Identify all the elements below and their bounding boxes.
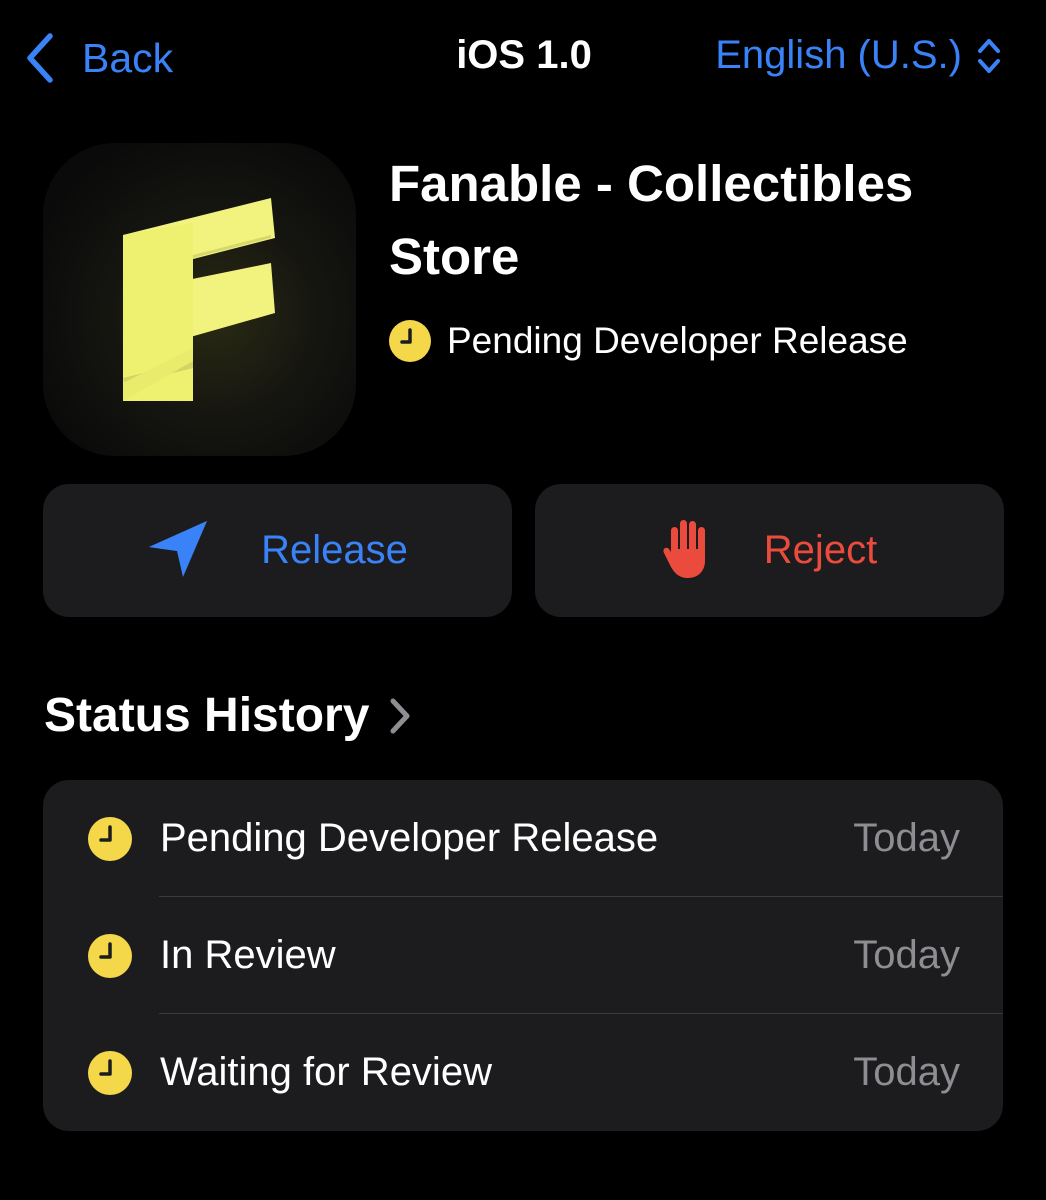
list-item: Waiting for Review Today	[43, 1014, 1003, 1131]
navigation-bar: Back iOS 1.0 English (U.S.)	[0, 0, 1046, 116]
hand-raised-icon	[662, 517, 712, 584]
status-date: Today	[853, 1050, 960, 1094]
locale-selector[interactable]: English (U.S.)	[715, 33, 1002, 78]
list-item: Pending Developer Release Today	[43, 780, 1003, 897]
back-button[interactable]: Back	[26, 30, 173, 86]
chevron-up-down-icon	[962, 36, 1002, 76]
chevron-left-icon	[26, 33, 54, 83]
chevron-right-icon	[369, 697, 411, 735]
status-date: Today	[853, 933, 960, 977]
reject-button[interactable]: Reject	[535, 484, 1004, 617]
status-history-list: Pending Developer Release Today In Revie…	[43, 780, 1003, 1131]
status-label: Waiting for Review	[160, 1050, 492, 1094]
status-history-title: Status History	[44, 689, 370, 742]
app-icon	[43, 143, 356, 456]
clock-icon	[389, 320, 431, 362]
status-label: Pending Developer Release	[160, 816, 659, 860]
app-status-text: Pending Developer Release	[447, 320, 908, 361]
status-date: Today	[853, 816, 960, 860]
list-item: In Review Today	[43, 897, 1003, 1014]
release-label: Release	[261, 528, 408, 572]
locale-label: English (U.S.)	[715, 33, 962, 77]
status-label: In Review	[160, 933, 336, 977]
app-status: Pending Developer Release	[389, 320, 908, 362]
reject-label: Reject	[763, 528, 878, 572]
status-history-header[interactable]: Status History	[44, 688, 411, 743]
paper-plane-icon	[147, 517, 209, 584]
back-label: Back	[82, 34, 174, 81]
app-name: Fanable - Collectibles Store	[389, 155, 914, 285]
release-button[interactable]: Release	[43, 484, 512, 617]
